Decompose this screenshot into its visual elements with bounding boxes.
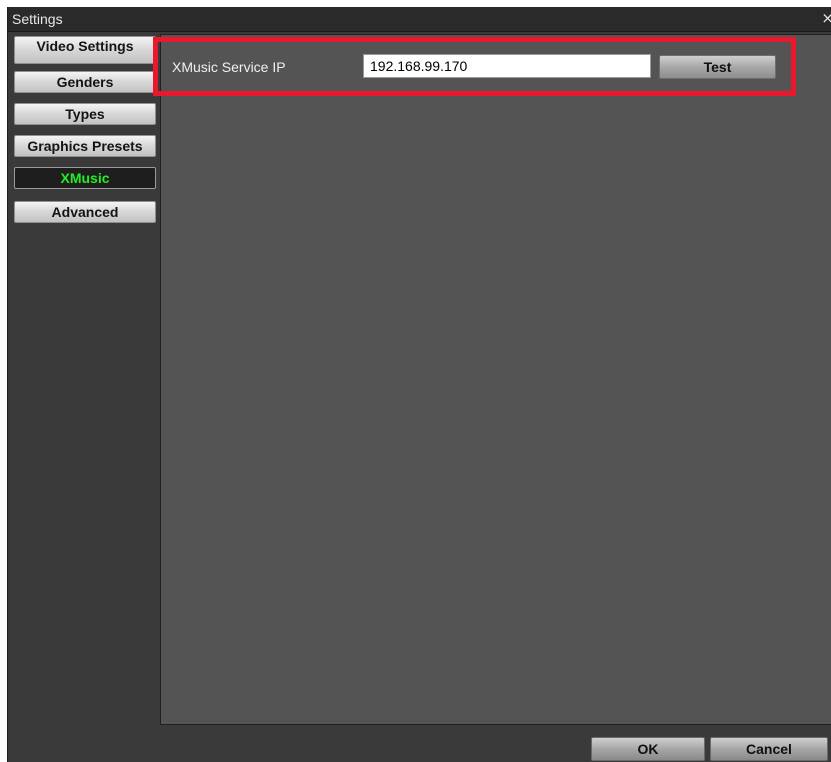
ok-button[interactable]: OK xyxy=(591,737,705,761)
sidebar-item-video-settings[interactable]: Video Settings xyxy=(14,36,156,64)
sidebar-item-label: Genders xyxy=(56,74,114,90)
test-button[interactable]: Test xyxy=(659,55,776,79)
xmusic-settings-panel: XMusic Service IP Test xyxy=(160,34,831,725)
sidebar-item-label: Video Settings xyxy=(36,38,134,54)
sidebar-item-advanced[interactable]: Advanced xyxy=(14,201,156,223)
sidebar-item-graphics-presets[interactable]: Graphics Presets xyxy=(14,135,156,157)
title-bar: Settings × xyxy=(8,7,831,32)
sidebar-item-xmusic[interactable]: XMusic xyxy=(14,167,156,189)
sidebar-item-label: Advanced xyxy=(51,204,119,220)
sidebar-item-genders[interactable]: Genders xyxy=(14,71,156,93)
service-ip-input[interactable] xyxy=(363,54,651,78)
service-ip-label: XMusic Service IP xyxy=(172,59,286,75)
settings-window: Settings × Video Settings Genders Types … xyxy=(7,7,831,762)
close-icon[interactable]: × xyxy=(821,9,831,27)
sidebar-item-label: Types xyxy=(65,106,105,122)
cancel-button[interactable]: Cancel xyxy=(710,737,828,761)
sidebar-item-label: Graphics Presets xyxy=(27,138,143,154)
sidebar-item-types[interactable]: Types xyxy=(14,103,156,125)
window-title: Settings xyxy=(12,11,63,27)
sidebar-item-label: XMusic xyxy=(60,170,110,186)
